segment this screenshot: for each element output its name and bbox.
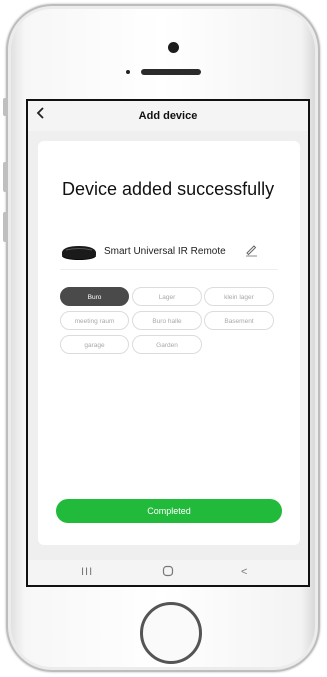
volume-down-button <box>3 212 8 242</box>
front-camera <box>168 42 179 53</box>
top-bar: Add device <box>28 101 308 131</box>
scrollbar[interactable] <box>308 408 310 468</box>
room-chip[interactable]: Basement <box>204 311 274 330</box>
home-button[interactable] <box>140 602 202 664</box>
app-screen: Add device Device added successfully Sma… <box>26 99 310 587</box>
success-headline: Device added successfully <box>62 179 275 199</box>
proximity-sensor <box>126 70 130 74</box>
room-chip[interactable]: Buro halle <box>132 311 202 330</box>
result-card: Device added successfully Smart Universa… <box>38 141 300 545</box>
volume-up-button <box>3 162 8 192</box>
back-nav-icon[interactable]: < <box>241 566 247 578</box>
mute-switch <box>3 98 8 116</box>
completed-button[interactable]: Completed <box>56 499 282 523</box>
device-name: Smart Universal IR Remote <box>104 246 226 257</box>
room-chip[interactable]: meeting raum <box>60 311 129 330</box>
room-chip[interactable]: Lager <box>132 287 202 306</box>
page-title: Add device <box>138 110 198 122</box>
android-nav-bar: III < <box>28 560 308 585</box>
room-chip[interactable]: garage <box>60 335 129 354</box>
divider <box>60 269 278 270</box>
ir-remote-icon <box>60 243 98 266</box>
room-chip[interactable]: Garden <box>132 335 202 354</box>
home-icon[interactable] <box>162 565 174 580</box>
room-chip[interactable]: Buro <box>60 287 129 306</box>
recents-icon[interactable]: III <box>81 566 93 578</box>
earpiece-speaker <box>141 69 201 75</box>
pencil-icon[interactable] <box>244 243 258 262</box>
device-row: Smart Universal IR Remote <box>60 241 290 263</box>
room-chip[interactable]: klein lager <box>204 287 274 306</box>
